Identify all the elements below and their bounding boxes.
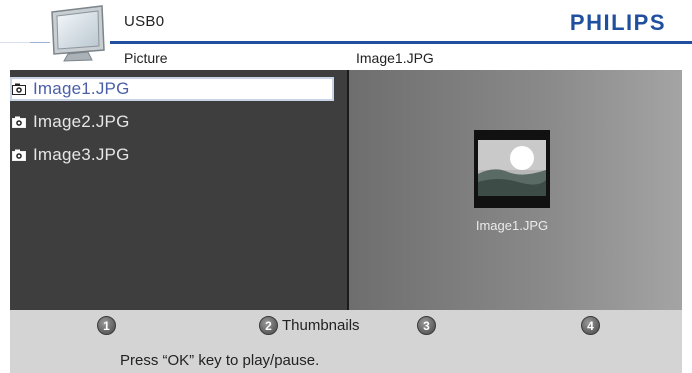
brand-logo: PHILIPS	[569, 10, 666, 35]
source-title: USB0	[124, 13, 165, 30]
camera-icon	[12, 83, 26, 95]
color-key-3[interactable]: 3	[417, 316, 436, 335]
file-item-image3[interactable]: Image3.JPG	[12, 143, 334, 167]
category-label: Picture	[124, 50, 168, 66]
camera-icon	[12, 116, 26, 128]
header-divider	[110, 41, 692, 44]
camera-icon	[12, 149, 26, 161]
key-2-label: Thumbnails	[282, 317, 360, 334]
file-item-image1[interactable]: Image1.JPG	[10, 77, 334, 101]
image-thumbnail-icon[interactable]	[474, 130, 550, 208]
header-rule-light	[30, 42, 50, 43]
current-file-label: Image1.JPG	[356, 50, 434, 66]
color-key-2-thumbnails[interactable]: 2 Thumbnails	[259, 316, 360, 335]
key-2-icon: 2	[259, 316, 278, 335]
header-rule-faint	[0, 42, 30, 43]
file-name: Image2.JPG	[33, 112, 130, 131]
color-key-1[interactable]: 1	[97, 316, 116, 335]
tv-icon	[51, 5, 105, 62]
key-1-icon: 1	[97, 316, 116, 335]
color-key-4[interactable]: 4	[581, 316, 600, 335]
preview-caption: Image1.JPG	[475, 218, 549, 233]
file-name: Image3.JPG	[33, 145, 130, 164]
key-4-icon: 4	[581, 316, 600, 335]
footer-hint: Press “OK” key to play/pause.	[120, 352, 320, 369]
file-list-panel	[10, 70, 347, 310]
key-3-icon: 3	[417, 316, 436, 335]
header-bar: USB0 PHILIPS Picture Image1.JPG	[0, 0, 692, 70]
file-name: Image1.JPG	[33, 79, 130, 98]
file-item-image2[interactable]: Image2.JPG	[12, 110, 334, 134]
